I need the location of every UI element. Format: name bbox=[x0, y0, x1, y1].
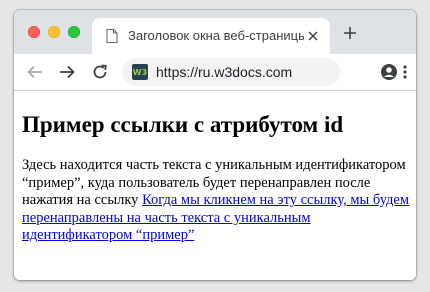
close-window-button[interactable] bbox=[28, 26, 40, 38]
close-tab-icon[interactable] bbox=[306, 29, 320, 43]
page-content: Пример ссылки с атрибутом id Здесь наход… bbox=[14, 91, 416, 280]
reload-icon[interactable] bbox=[91, 63, 109, 81]
tab-strip: Заголовок окна веб-страницы bbox=[14, 10, 416, 54]
account-icon[interactable] bbox=[380, 63, 398, 81]
forward-arrow-icon[interactable] bbox=[58, 63, 76, 81]
browser-window: Заголовок окна веб-страницы W3 https://r… bbox=[14, 10, 416, 280]
site-favicon-icon: W3 bbox=[132, 64, 148, 80]
new-tab-icon[interactable] bbox=[342, 25, 358, 41]
back-arrow-icon[interactable] bbox=[26, 63, 44, 81]
tab-title: Заголовок окна веб-страницы bbox=[128, 28, 304, 43]
page-icon bbox=[106, 29, 118, 43]
page-heading: Пример ссылки с атрибутом id bbox=[22, 112, 344, 137]
tab-active[interactable]: Заголовок окна веб-страницы bbox=[92, 18, 330, 54]
more-menu-icon[interactable] bbox=[399, 63, 411, 81]
page-paragraph: Здесь находится часть текста с уникальны… bbox=[22, 157, 410, 245]
address-bar[interactable]: W3 https://ru.w3docs.com bbox=[122, 58, 340, 86]
url-text[interactable]: https://ru.w3docs.com bbox=[156, 64, 292, 80]
browser-toolbar: W3 https://ru.w3docs.com bbox=[14, 54, 416, 91]
maximize-window-button[interactable] bbox=[68, 26, 80, 38]
minimize-window-button[interactable] bbox=[48, 26, 60, 38]
